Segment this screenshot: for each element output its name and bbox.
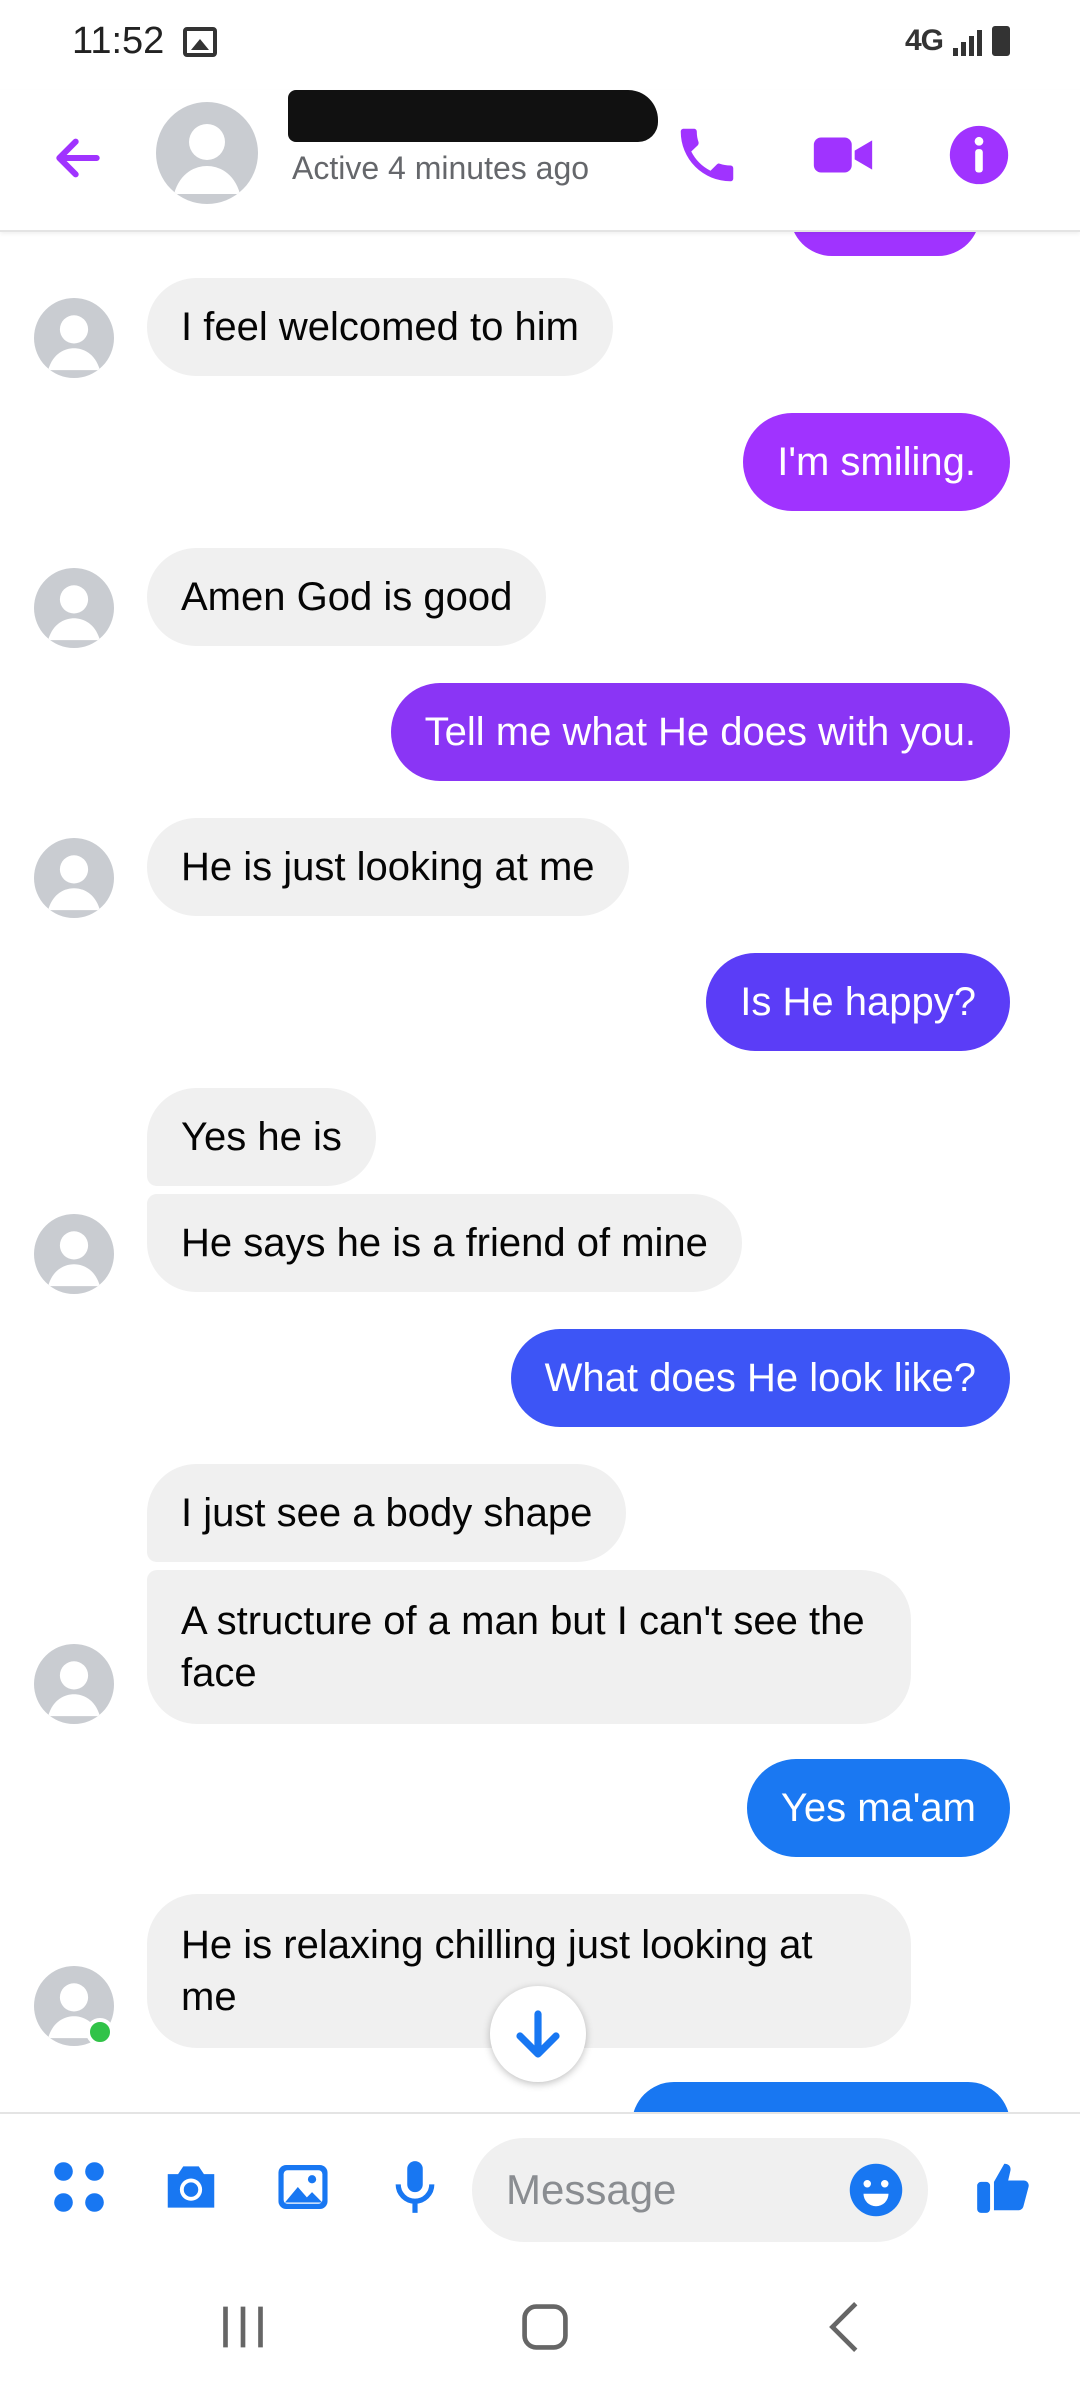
video-camera-icon[interactable] (808, 120, 878, 190)
conversation-header: Active 4 minutes ago (0, 90, 1080, 232)
partial-message-bubble[interactable] (632, 2082, 1010, 2112)
gallery-notification-icon (183, 27, 217, 57)
camera-icon[interactable] (160, 2156, 222, 2218)
gallery-icon[interactable] (272, 2156, 334, 2218)
message-bubble-received[interactable]: I just see a body shape (147, 1464, 627, 1562)
info-icon[interactable] (944, 120, 1014, 190)
message-composer (0, 2112, 1080, 2254)
recent-apps-icon[interactable] (208, 2292, 278, 2362)
status-indicators: 4G (905, 24, 1010, 58)
phone-icon[interactable] (672, 120, 742, 190)
partial-message-bubble[interactable] (790, 232, 980, 256)
message-bubble-received[interactable]: I feel welcomed to him (147, 278, 613, 376)
status-bar: 11:52 4G (0, 0, 1080, 90)
arrow-down-icon (516, 2010, 560, 2058)
network-type: 4G (904, 24, 944, 57)
microphone-icon[interactable] (384, 2156, 446, 2218)
message-bubble-received[interactable]: He is just looking at me (147, 818, 629, 916)
message-bubble-sent[interactable]: Yes ma'am (746, 1759, 1010, 1857)
signal-icon (953, 26, 982, 56)
home-icon[interactable] (510, 2292, 580, 2362)
message-bubble-received[interactable]: Amen God is good (147, 548, 547, 646)
redacted-contact-name[interactable] (288, 90, 658, 142)
message-bubble-sent[interactable]: Is He happy? (706, 953, 1010, 1051)
sender-avatar[interactable] (34, 1644, 114, 1724)
status-time: 11:52 (72, 20, 165, 62)
sender-avatar[interactable] (34, 298, 114, 378)
thumbs-up-icon[interactable] (972, 2156, 1034, 2218)
active-status: Active 4 minutes ago (292, 150, 590, 186)
contact-avatar[interactable] (156, 102, 258, 204)
scroll-to-bottom-button[interactable] (490, 1986, 586, 2082)
sender-avatar[interactable] (34, 1214, 114, 1294)
sender-avatar[interactable] (34, 838, 114, 918)
battery-icon (992, 26, 1010, 56)
message-bubble-received[interactable]: A structure of a man but I can't see the… (147, 1570, 911, 1724)
online-indicator (86, 2018, 114, 2046)
message-bubble-received[interactable]: Yes he is (147, 1088, 376, 1186)
message-bubble-sent[interactable]: Tell me what He does with you. (390, 683, 1010, 781)
message-bubble-received[interactable]: He says he is a friend of mine (147, 1194, 742, 1292)
arrow-left-icon[interactable] (50, 130, 106, 186)
back-icon[interactable] (812, 2292, 882, 2362)
message-thread[interactable]: I feel welcomed to him I'm smiling. Amen… (0, 232, 1080, 2112)
sender-avatar[interactable] (34, 568, 114, 648)
message-bubble-sent[interactable]: What does He look like? (510, 1329, 1010, 1427)
message-bubble-sent[interactable]: I'm smiling. (743, 413, 1010, 511)
smiley-icon[interactable] (846, 2160, 906, 2220)
system-nav-bar (0, 2252, 1080, 2400)
apps-grid-icon[interactable] (48, 2156, 110, 2218)
